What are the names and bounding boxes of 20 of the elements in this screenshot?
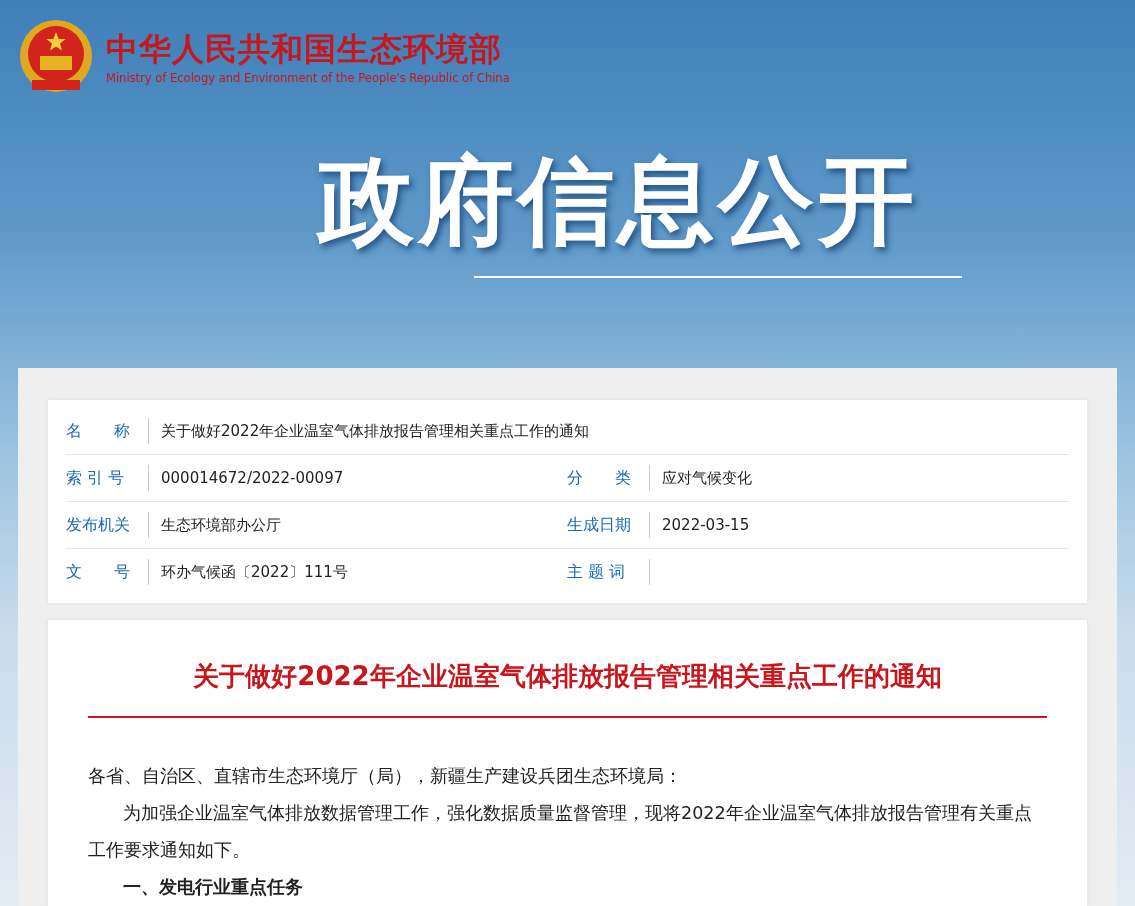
field-label: 名 称 xyxy=(66,420,131,442)
field-value: 生态环境部办公厅 xyxy=(161,515,281,535)
article-title: 关于做好2022年企业温室气体排放报告管理相关重点工作的通知 xyxy=(192,660,943,693)
field-label: 文 号 xyxy=(66,561,131,583)
field-label: 分 类 xyxy=(567,467,632,489)
field-value: 000014672/2022-00097 xyxy=(161,469,344,487)
site-name: 中华人民共和国生态环境部 xyxy=(106,29,503,69)
field-label: 生成日期 xyxy=(567,514,632,536)
field-label: 发布机关 xyxy=(66,514,131,536)
field-value: 关于做好2022年企业温室气体排放报告管理相关重点工作的通知 xyxy=(161,421,590,441)
banner-title: 政府信息公开 xyxy=(317,146,918,256)
field-label: 主 题 词 xyxy=(567,561,627,583)
section-heading: 一、发电行业重点任务 xyxy=(122,876,304,899)
site-name-english: Ministry of Ecology and Environment of the People's Republic of China xyxy=(106,71,510,85)
field-value: 应对气候变化 xyxy=(662,468,752,488)
paragraph: 为加强企业温室气体排放数据管理工作，强化数据质量监督管理，现将2022年企业温室气体排放报告管理有关重点工作要求通知如下。 xyxy=(88,802,1033,862)
paragraph: 各省、自治区、直辖市生态环境厅（局），新疆生产建设兵团生态环境局： xyxy=(88,765,683,788)
field-value: 2022-03-15 xyxy=(662,516,750,534)
field-label: 索 引 号 xyxy=(66,467,126,489)
field-value: 环办气候函〔2022〕111号 xyxy=(161,562,348,582)
